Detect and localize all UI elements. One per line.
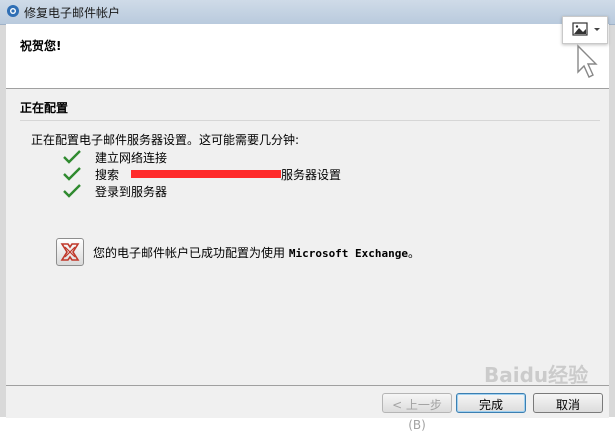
step-search: 搜索 服务器设置 [63, 165, 341, 183]
picture-menu-button[interactable] [562, 16, 608, 44]
redacted-server-name [131, 170, 282, 178]
step-network: 建立网络连接 [63, 148, 167, 166]
finish-button[interactable]: 完成 [456, 393, 526, 413]
checkmark-icon [63, 150, 81, 164]
image-icon [572, 22, 600, 36]
wizard-header [6, 24, 609, 88]
section-divider [20, 120, 600, 121]
success-message-suffix: 。 [408, 246, 421, 260]
back-button[interactable]: < 上一步(B) [382, 393, 452, 432]
step-login: 登录到服务器 [63, 182, 167, 200]
mouse-cursor-icon [577, 44, 598, 78]
step-label-prefix: 搜索 [95, 167, 120, 182]
watermark-text: Baidu经验 [484, 363, 588, 387]
section-title: 正在配置 [20, 101, 69, 115]
window-title: 修复电子邮件帐户 [24, 6, 121, 20]
product-name: Microsoft Exchange [288, 247, 409, 260]
outlook-app-icon [7, 5, 19, 17]
step-label: 登录到服务器 [95, 184, 168, 199]
step-label-suffix: 服务器设置 [281, 167, 342, 182]
chevron-down-icon [594, 28, 600, 31]
step-label: 建立网络连接 [95, 150, 168, 165]
exchange-icon [56, 238, 84, 266]
window-border-right [609, 24, 615, 417]
checkmark-icon [63, 184, 81, 198]
configuring-description: 正在配置电子邮件服务器设置。这可能需要几分钟: [31, 133, 300, 147]
success-message: 您的电子邮件帐户已成功配置为使用 Microsoft Exchange。 [93, 244, 420, 261]
cancel-button[interactable]: 取消 [533, 393, 603, 413]
congrats-heading: 祝贺您! [20, 39, 62, 53]
success-message-prefix: 您的电子邮件帐户已成功配置为使用 [93, 246, 289, 260]
checkmark-icon [63, 167, 81, 181]
baidu-watermark: Baidu经验 [484, 363, 588, 387]
title-bar[interactable]: 修复电子邮件帐户 [0, 0, 615, 25]
